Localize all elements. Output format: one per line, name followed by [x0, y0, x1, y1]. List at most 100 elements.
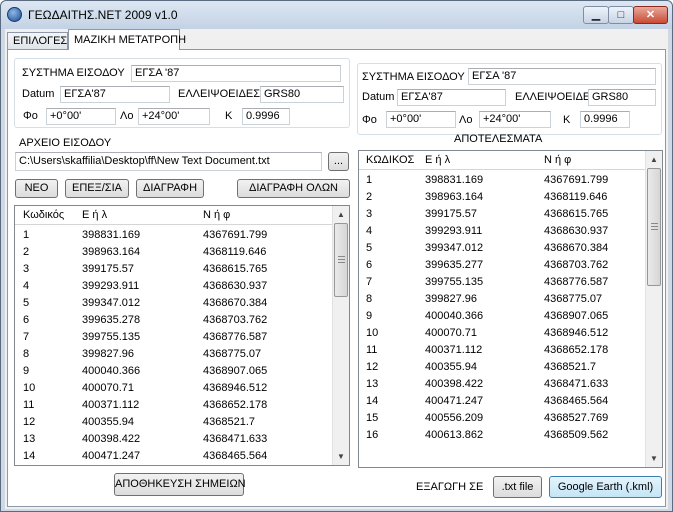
- cell-e: 399827.96: [425, 293, 477, 305]
- cell-n: 4368775.07: [203, 348, 262, 360]
- table-row[interactable]: 7 399755.135 4368776.587: [15, 329, 332, 346]
- cell-code: 5: [366, 242, 373, 254]
- delete-all-button[interactable]: ΔΙΑΓΡΑΦΗ ΟΛΩΝ: [237, 179, 350, 198]
- cell-n: 4368527.769: [544, 412, 609, 424]
- input-points-table[interactable]: Κωδικός Ε ή λ Ν ή φ 1 398831.169 4367691.7…: [14, 205, 350, 466]
- input-lambda-field[interactable]: +24°00': [138, 108, 210, 125]
- output-phi-field[interactable]: +0°00': [386, 111, 456, 128]
- scroll-up-icon[interactable]: ▲: [646, 151, 662, 168]
- table-row[interactable]: 13 400398.422 4368471.633: [359, 376, 645, 393]
- tab-batch-conversion[interactable]: ΜΑΖΙΚΗ ΜΕΤΑΤΡΟΠΗ: [68, 29, 186, 50]
- input-file-path[interactable]: C:\Users\skaffilia\Desktop\ff\New Text D…: [15, 152, 322, 171]
- table-row[interactable]: 1 398831.169 4367691.799: [15, 227, 332, 244]
- cell-code: 11: [23, 399, 35, 411]
- scroll-down-icon[interactable]: ▼: [646, 450, 662, 467]
- cell-code: 8: [23, 348, 30, 360]
- table-row[interactable]: 12 400355.94 4368521.7: [15, 414, 332, 431]
- cell-e: 399175.57: [425, 208, 477, 220]
- close-button[interactable]: ✕: [633, 6, 668, 24]
- table-row[interactable]: 10 400070.71 4368946.512: [359, 325, 645, 342]
- table-row[interactable]: 3 399175.57 4368615.765: [15, 261, 332, 278]
- table-row[interactable]: 12 400355.94 4368521.7: [359, 359, 645, 376]
- cell-code: 12: [366, 361, 379, 373]
- title-bar[interactable]: ΓΕΩΔΑΙΤΗΣ.ΝΕΤ 2009 v1.0 ▁ □ ✕: [1, 1, 672, 29]
- table-row[interactable]: 8 399827.96 4368775.07: [359, 291, 645, 308]
- scroll-thumb[interactable]: [647, 168, 661, 286]
- cell-e: 400355.94: [82, 416, 134, 428]
- input-table-scrollbar[interactable]: ▲ ▼: [332, 206, 349, 465]
- column-header-code[interactable]: ΚΩΔΙΚΟΣ: [366, 154, 414, 166]
- output-k-field[interactable]: 0.9996: [580, 111, 630, 128]
- input-datum-field[interactable]: ΕΓΣΑ'87: [60, 86, 170, 103]
- tab-options[interactable]: ΕΠΙΛΟΓΕΣ: [7, 32, 68, 49]
- table-row[interactable]: 6 399635.278 4368703.762: [15, 312, 332, 329]
- minimize-button[interactable]: ▁: [583, 6, 609, 24]
- output-system-group: ΣΥΣΤΗΜΑ ΕΙΣΟΔΟΥ ΕΓΣΑ '87 Datum ΕΓΣΑ'87 Ε…: [357, 63, 662, 135]
- column-header-n[interactable]: Ν ή φ: [203, 209, 230, 221]
- table-row[interactable]: 1 398831.169 4367691.799: [359, 172, 645, 189]
- table-row[interactable]: 4 399293.911 4368630.937: [359, 223, 645, 240]
- export-kml-button[interactable]: Google Earth (.kml): [549, 476, 662, 498]
- cell-n: 4368119.646: [203, 246, 267, 258]
- table-row[interactable]: 4 399293.911 4368630.937: [15, 278, 332, 295]
- results-table[interactable]: ΚΩΔΙΚΟΣ Ε ή λ Ν ή φ 1 398831.169 4367691.7…: [358, 150, 663, 468]
- column-header-e[interactable]: Ε ή λ: [425, 154, 450, 166]
- scroll-down-icon[interactable]: ▼: [333, 448, 349, 465]
- table-row[interactable]: 10 400070.71 4368946.512: [15, 380, 332, 397]
- cell-e: 399293.911: [82, 280, 140, 292]
- table-row[interactable]: 2 398963.164 4368119.646: [15, 244, 332, 261]
- input-ellipsoid-field[interactable]: GRS80: [260, 86, 344, 103]
- cell-code: 14: [23, 450, 36, 462]
- scroll-up-icon[interactable]: ▲: [333, 206, 349, 223]
- output-ellipsoid-field[interactable]: GRS80: [588, 89, 656, 106]
- save-points-button[interactable]: ΑΠΟΘΗΚΕΥΣΗ ΣΗΜΕΙΩΝ: [114, 473, 246, 496]
- table-row[interactable]: 14 400471.247 4368465.564: [15, 448, 332, 465]
- table-row[interactable]: 14 400471.247 4368465.564: [359, 393, 645, 410]
- output-datum-field[interactable]: ΕΓΣΑ'87: [397, 89, 506, 106]
- column-header-n[interactable]: Ν ή φ: [544, 154, 571, 166]
- table-row[interactable]: 5 399347.012 4368670.384: [359, 240, 645, 257]
- table-row[interactable]: 11 400371.112 4368652.178: [15, 397, 332, 414]
- table-row[interactable]: 7 399755.135 4368776.587: [359, 274, 645, 291]
- input-k-field[interactable]: 0.9996: [242, 108, 290, 125]
- cell-e: 400556.209: [425, 412, 484, 424]
- table-row[interactable]: 15 400556.209 4368527.769: [359, 410, 645, 427]
- table-row[interactable]: 5 399347.012 4368670.384: [15, 295, 332, 312]
- output-lambda-field[interactable]: +24°00': [479, 111, 551, 128]
- input-lambda-label: Λο: [120, 110, 134, 122]
- column-header-e[interactable]: Ε ή λ: [82, 209, 107, 221]
- output-phi-label: Φο: [362, 114, 377, 126]
- edit-button[interactable]: ΕΠΕΞ/ΣΙΑ: [65, 179, 129, 198]
- cell-n: 4368775.07: [544, 293, 603, 305]
- delete-button[interactable]: ΔΙΑΓΡΑΦΗ: [136, 179, 204, 198]
- cell-n: 4368521.7: [203, 416, 255, 428]
- export-txt-button[interactable]: .txt file: [493, 476, 542, 498]
- maximize-button[interactable]: □: [608, 6, 634, 24]
- cell-e: 400613.862: [425, 429, 484, 441]
- cell-n: 4368652.178: [203, 399, 268, 411]
- table-row[interactable]: 11 400371.112 4368652.178: [359, 342, 645, 359]
- input-phi-field[interactable]: +0°00': [46, 108, 116, 125]
- cell-code: 13: [366, 378, 379, 390]
- table-row[interactable]: 16 400613.862 4368509.562: [359, 427, 645, 444]
- table-row[interactable]: 6 399635.277 4368703.762: [359, 257, 645, 274]
- scroll-thumb[interactable]: [334, 223, 348, 297]
- table-row[interactable]: 3 399175.57 4368615.765: [359, 206, 645, 223]
- table-row[interactable]: 8 399827.96 4368775.07: [15, 346, 332, 363]
- table-row[interactable]: 9 400040.366 4368907.065: [359, 308, 645, 325]
- output-system-field[interactable]: ΕΓΣΑ '87: [468, 68, 656, 85]
- input-system-label: ΣΥΣΤΗΜΑ ΕΙΣΟΔΟΥ: [22, 67, 125, 79]
- table-row[interactable]: 13 400398.422 4368471.633: [15, 431, 332, 448]
- table-row[interactable]: 9 400040.366 4368907.065: [15, 363, 332, 380]
- input-system-field[interactable]: ΕΓΣΑ '87: [131, 65, 341, 82]
- cell-e: 398963.164: [425, 191, 484, 203]
- column-header-code[interactable]: Κωδικός: [23, 209, 64, 221]
- new-button[interactable]: ΝΕΟ: [15, 179, 58, 198]
- browse-button[interactable]: ...: [328, 152, 349, 171]
- results-table-header: ΚΩΔΙΚΟΣ Ε ή λ Ν ή φ: [359, 151, 645, 170]
- cell-e: 399635.277: [425, 259, 484, 271]
- cell-e: 399347.012: [82, 297, 141, 309]
- cell-code: 8: [366, 293, 373, 305]
- table-row[interactable]: 2 398963.164 4368119.646: [359, 189, 645, 206]
- results-table-scrollbar[interactable]: ▲ ▼: [645, 151, 662, 467]
